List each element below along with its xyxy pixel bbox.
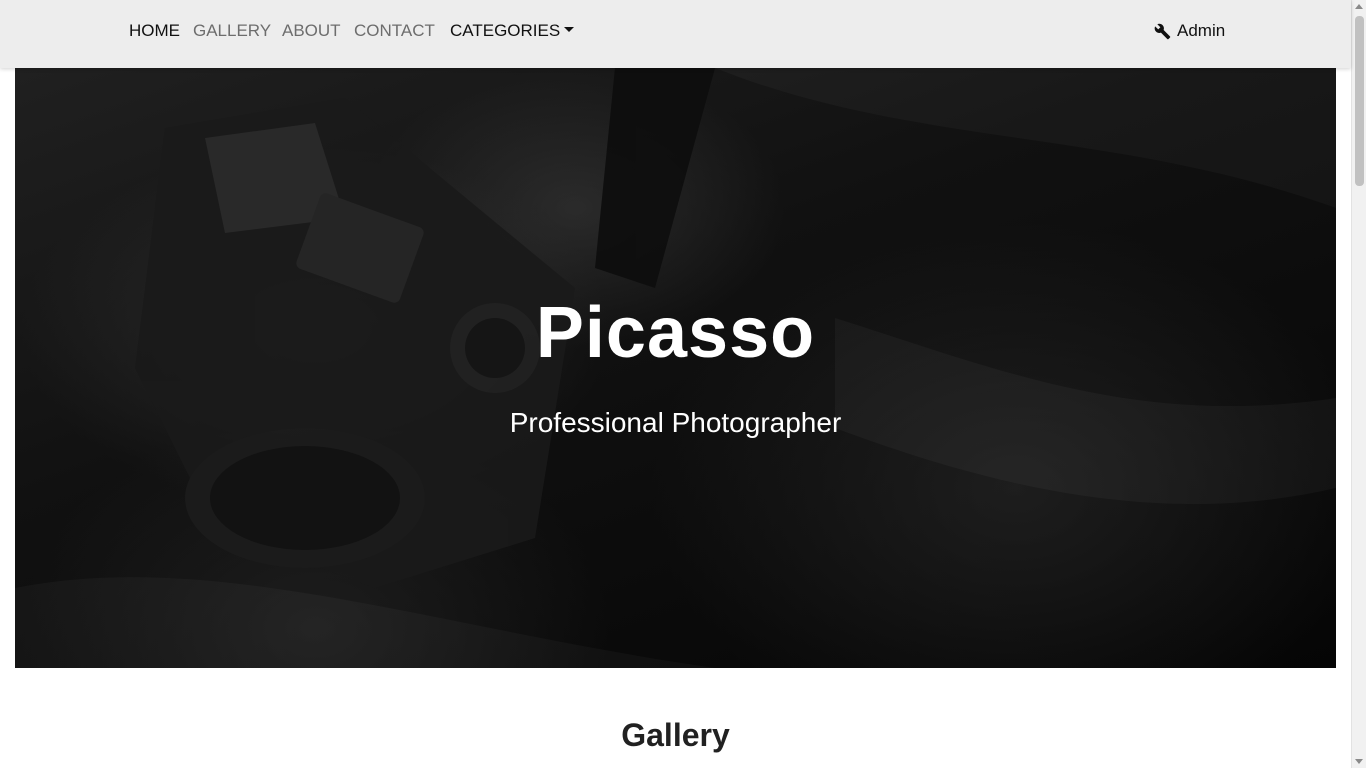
nav-home-link[interactable]: HOME xyxy=(129,21,180,41)
nav-gallery-link[interactable]: GALLERY xyxy=(193,21,271,41)
scroll-up-arrow-icon[interactable] xyxy=(1355,4,1363,9)
hero-title: Picasso xyxy=(535,293,816,373)
page-scrollbar[interactable] xyxy=(1351,0,1366,768)
categories-dropdown[interactable]: CATEGORIES xyxy=(450,21,575,41)
categories-label: CATEGORIES xyxy=(450,21,561,40)
page: HOME GALLERY ABOUT CONTACT CATEGORIES Ad… xyxy=(0,0,1366,768)
nav-contact-link[interactable]: CONTACT xyxy=(354,21,435,41)
admin-label: Admin xyxy=(1177,21,1226,40)
nav-about-link[interactable]: ABOUT xyxy=(282,21,341,41)
admin-link[interactable]: Admin xyxy=(1154,21,1225,41)
caret-down-icon xyxy=(564,27,575,32)
scroll-down-arrow-icon[interactable] xyxy=(1355,759,1363,764)
scroll-thumb[interactable] xyxy=(1355,16,1364,186)
hero-subtitle: Professional Photographer xyxy=(509,407,842,438)
wrench-icon xyxy=(1154,23,1171,39)
gallery-heading: Gallery xyxy=(621,717,730,753)
hero-banner: Picasso Professional Photographer xyxy=(15,68,1336,668)
top-navbar: HOME GALLERY ABOUT CONTACT CATEGORIES Ad… xyxy=(0,0,1351,68)
